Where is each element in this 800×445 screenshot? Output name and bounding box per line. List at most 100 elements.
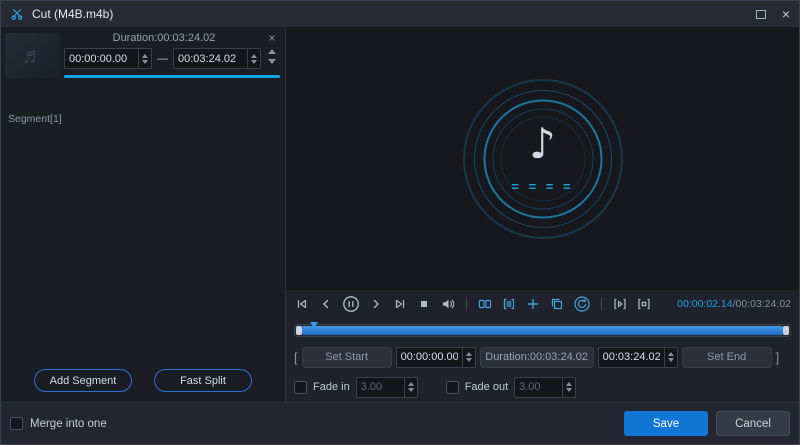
segment-end-time-value[interactable] [174, 49, 247, 68]
spin-up-icon[interactable] [668, 352, 674, 356]
fast-split-button[interactable]: Fast Split [154, 369, 252, 392]
set-end-button[interactable]: Set End [682, 347, 772, 368]
trim-end-time-input[interactable] [598, 347, 678, 368]
skip-to-start-icon [294, 296, 310, 312]
spin-up-icon[interactable] [466, 352, 472, 356]
fade-out-label: Fade out [465, 381, 508, 393]
step-forward-icon [368, 296, 384, 312]
skip-to-end-icon [392, 296, 408, 312]
fade-in-spinner[interactable] [404, 378, 417, 397]
add-segment-toolbar-button[interactable] [525, 296, 541, 312]
stop-segment-icon [636, 296, 652, 312]
segment-end-spinner[interactable] [247, 49, 260, 68]
spin-down-icon[interactable] [142, 60, 148, 64]
segment-end-time-input[interactable] [173, 48, 261, 69]
merge-into-one-checkbox[interactable] [10, 417, 23, 430]
close-icon[interactable]: × [782, 7, 790, 21]
fade-out-duration-input[interactable] [514, 377, 576, 398]
step-forward-button[interactable] [368, 296, 384, 312]
segment-start-time-value[interactable] [65, 49, 138, 68]
set-start-button[interactable]: Set Start [302, 347, 392, 368]
spin-up-icon[interactable] [142, 54, 148, 58]
segment-thumbnail[interactable]: ♬ [5, 33, 60, 78]
cancel-button[interactable]: Cancel [716, 411, 790, 436]
segment-start-spinner[interactable] [138, 49, 151, 68]
spin-down-icon[interactable] [466, 358, 472, 362]
timeline-start-handle[interactable] [296, 326, 302, 335]
trim-end-spinner[interactable] [664, 348, 677, 367]
trim-start-time-value[interactable] [397, 348, 462, 367]
preview-panel: ♪ = = = = [286, 27, 799, 402]
playback-time: 00:00:02.14/00:03:24.02 [677, 298, 791, 310]
move-segment-down-icon[interactable] [268, 59, 276, 64]
volume-button[interactable] [440, 296, 456, 312]
spin-up-icon[interactable] [251, 54, 257, 58]
cut-dialog: Cut (M4B.m4b) × ♬ Segment[1] Duration:00… [0, 0, 800, 445]
titlebar: Cut (M4B.m4b) × [1, 1, 799, 27]
segment-close-icon[interactable]: × [268, 32, 275, 44]
add-segment-button[interactable]: Add Segment [34, 369, 132, 392]
equalizer-bars: = = = = [511, 179, 573, 194]
save-button[interactable]: Save [624, 411, 708, 436]
fade-out-spinner[interactable] [562, 378, 575, 397]
total-time: /00:03:24.02 [733, 298, 791, 310]
skip-to-end-button[interactable] [392, 296, 408, 312]
segment-start-time-input[interactable] [64, 48, 152, 69]
spin-down-icon[interactable] [668, 358, 674, 362]
timeline-track[interactable] [294, 324, 791, 337]
merge-segments-button[interactable] [501, 296, 517, 312]
trim-start-time-input[interactable] [396, 347, 476, 368]
pause-button[interactable] [342, 295, 360, 313]
segment-progress-bar [64, 75, 280, 78]
step-back-button[interactable] [318, 296, 334, 312]
fade-in-duration-input[interactable] [356, 377, 418, 398]
audio-artwork: ♪ = = = = [458, 74, 628, 244]
range-dash: — [157, 53, 168, 65]
trim-end-time-value[interactable] [599, 348, 664, 367]
split-segment-button[interactable] [477, 296, 493, 312]
start-bracket: [ [294, 350, 298, 365]
transport-toolbar: 00:00:02.14/00:03:24.02 [286, 290, 799, 318]
move-segment-up-icon[interactable] [268, 49, 276, 54]
merge-into-one-label: Merge into one [30, 418, 107, 430]
duration-display: Duration:00:03:24.02 [480, 347, 594, 368]
fade-in-checkbox[interactable] [294, 381, 307, 394]
stop-segment-button[interactable] [636, 296, 652, 312]
music-note-icon: ♪ [529, 119, 556, 168]
reset-button[interactable] [573, 295, 591, 313]
spin-down-icon[interactable] [566, 388, 572, 392]
scissors-icon [10, 7, 24, 21]
fade-in-label: Fade in [313, 381, 350, 393]
fade-in-duration-value[interactable] [357, 378, 404, 397]
window-title: Cut (M4B.m4b) [32, 7, 113, 21]
audio-preview-area: ♪ = = = = [286, 27, 799, 290]
pause-icon [342, 295, 360, 313]
split-icon [477, 296, 493, 312]
segment-duration-label: Duration:00:03:24.02 [64, 31, 264, 48]
segments-panel: ♬ Segment[1] Duration:00:03:24.02 [1, 27, 286, 402]
play-segment-button[interactable] [612, 296, 628, 312]
stop-button[interactable] [416, 296, 432, 312]
fade-out-duration-value[interactable] [515, 378, 562, 397]
timeline-end-handle[interactable] [783, 326, 789, 335]
trim-controls-row: [ Set Start Duration:00:03:24.02 [286, 342, 799, 372]
spin-up-icon[interactable] [408, 382, 414, 386]
fade-out-checkbox[interactable] [446, 381, 459, 394]
spin-up-icon[interactable] [566, 382, 572, 386]
step-back-icon [318, 296, 334, 312]
timeline-playhead[interactable] [310, 322, 318, 328]
timeline-row [286, 318, 799, 342]
skip-to-start-button[interactable] [294, 296, 310, 312]
spin-down-icon[interactable] [251, 60, 257, 64]
trim-start-spinner[interactable] [462, 348, 475, 367]
fade-controls-row: Fade in Fade out [286, 372, 799, 402]
restore-icon[interactable] [756, 10, 766, 19]
end-bracket: ] [776, 350, 780, 365]
play-segment-icon [612, 296, 628, 312]
reset-icon [573, 295, 591, 313]
volume-icon [440, 296, 456, 312]
copy-segment-button[interactable] [549, 296, 565, 312]
segment-name-label: Segment[1] [8, 113, 62, 125]
spin-down-icon[interactable] [408, 388, 414, 392]
timeline-selection-fill [302, 326, 783, 335]
